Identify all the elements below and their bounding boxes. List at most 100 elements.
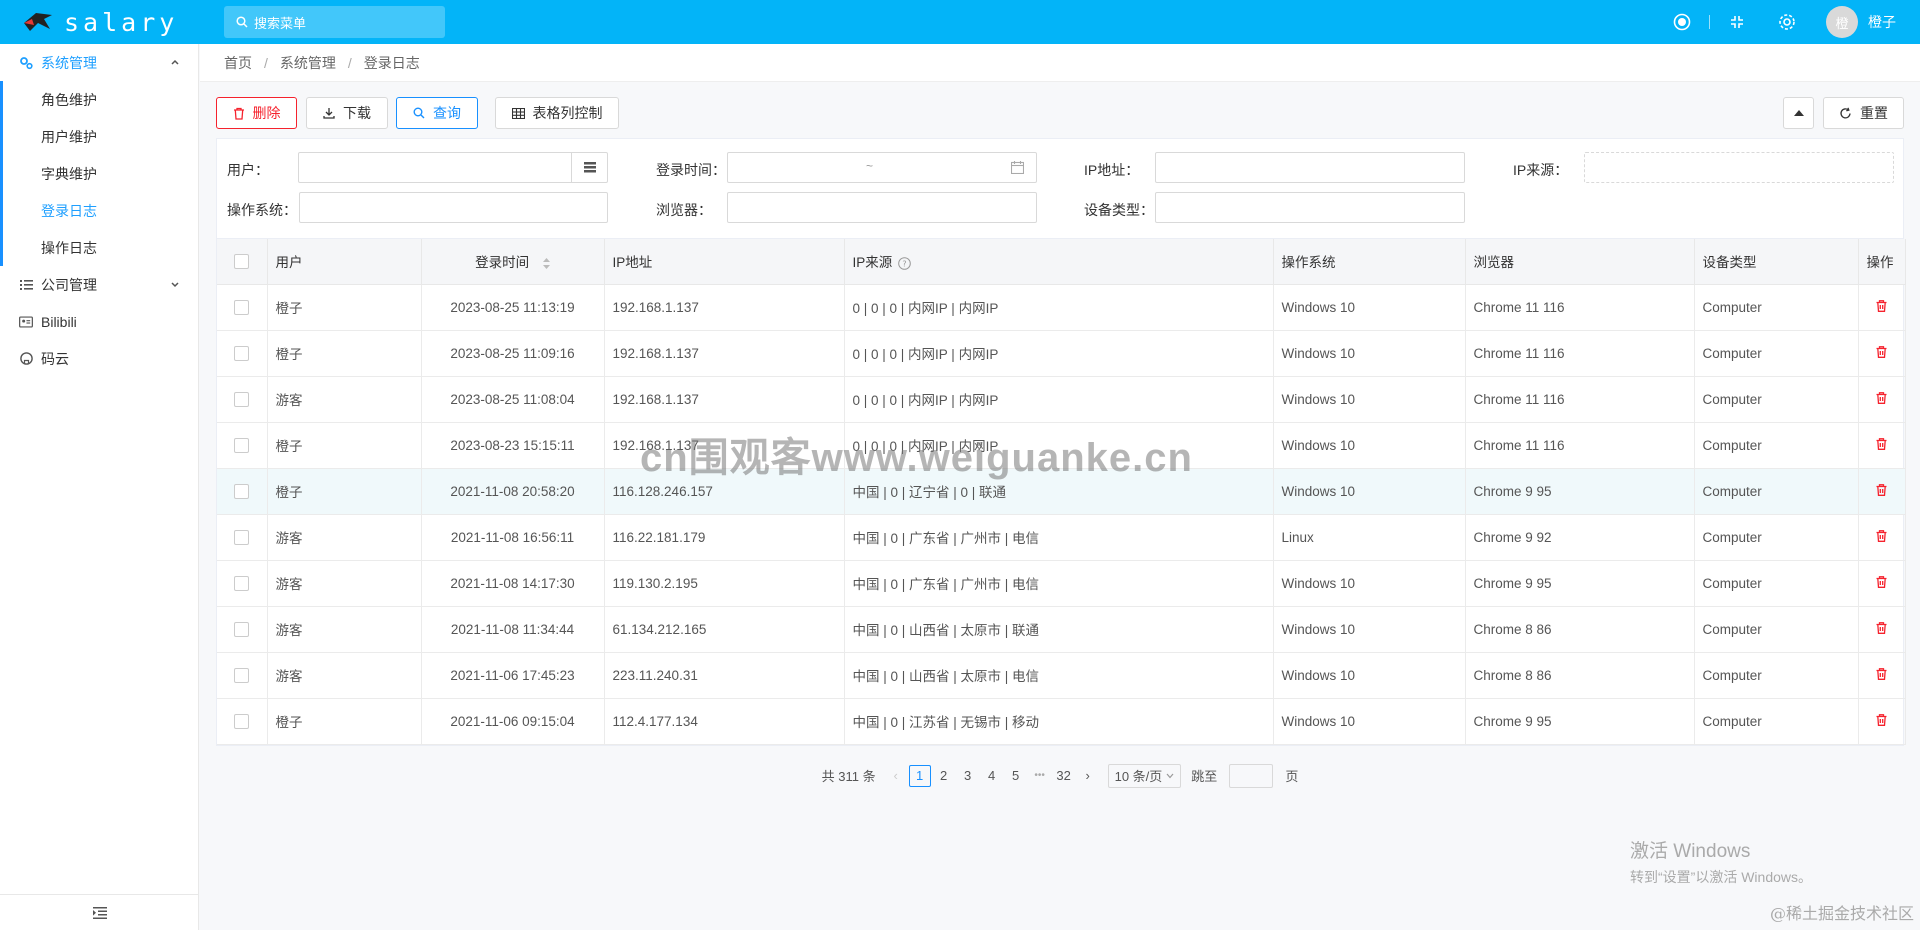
delete-button[interactable]: 删除 xyxy=(216,97,297,129)
filter-user-input[interactable] xyxy=(298,152,608,183)
sidebar-group-system[interactable]: 系统管理 xyxy=(0,44,198,81)
page-2[interactable]: 2 xyxy=(933,765,955,787)
table-row[interactable]: 橙子 2021-11-06 09:15:04 112.4.177.134 中国 | 0… xyxy=(217,698,1906,745)
user-picker-button[interactable] xyxy=(571,153,607,182)
github-icon xyxy=(19,352,33,366)
delete-row-icon[interactable] xyxy=(1876,575,1887,588)
activation-subtitle: 转到“设置”以激活 Windows。 xyxy=(1630,869,1813,885)
cell-ip: 61.134.212.165 xyxy=(604,606,845,653)
sort-icon[interactable] xyxy=(542,258,550,270)
table-row[interactable]: 游客 2021-11-08 14:17:30 119.130.2.195 中国 | 0… xyxy=(217,560,1906,607)
row-select-cell[interactable] xyxy=(217,468,268,515)
row-checkbox[interactable] xyxy=(234,529,250,545)
page-1[interactable]: 1 xyxy=(908,764,931,787)
sidebar-item-role[interactable]: 角色维护 xyxy=(3,81,198,118)
avatar[interactable]: 橙 xyxy=(1826,6,1858,38)
row-select-cell[interactable] xyxy=(217,284,268,331)
filter-browser-input[interactable] xyxy=(727,192,1037,223)
table-row[interactable]: 游客 2023-08-25 11:08:04 192.168.1.137 0 | 0 … xyxy=(217,376,1906,423)
cell-os: Windows 10 xyxy=(1273,376,1466,423)
table-row[interactable]: 游客 2021-11-08 11:34:44 61.134.212.165 中国 | … xyxy=(217,606,1906,653)
query-button[interactable]: 查询 xyxy=(396,97,478,129)
column-header-device: 设备类型 xyxy=(1694,239,1859,285)
row-checkbox[interactable] xyxy=(234,621,250,637)
delete-row-icon[interactable] xyxy=(1876,667,1887,680)
page-size-select[interactable]: 10 条/页 xyxy=(1107,763,1182,788)
cell-os: Windows 10 xyxy=(1273,330,1466,377)
table-row[interactable]: 游客 2021-11-06 17:45:23 223.11.240.31 中国 | 0… xyxy=(217,652,1906,699)
fullscreen-icon[interactable] xyxy=(1726,11,1748,33)
row-select-cell[interactable] xyxy=(217,560,268,607)
row-select-cell[interactable] xyxy=(217,652,268,699)
column-header-login-time[interactable]: 登录时间 xyxy=(421,239,605,285)
sidebar-item-dict[interactable]: 字典维护 xyxy=(3,155,198,192)
row-select-cell[interactable] xyxy=(217,606,268,653)
download-button[interactable]: 下载 xyxy=(306,97,388,129)
row-checkbox[interactable] xyxy=(234,437,250,453)
jump-page-input[interactable] xyxy=(1229,763,1274,788)
select-all-checkbox[interactable] xyxy=(234,253,250,269)
filter-ip-input[interactable] xyxy=(1155,152,1465,183)
sidebar-group-company[interactable]: 公司管理 xyxy=(0,266,198,303)
row-checkbox[interactable] xyxy=(234,483,250,499)
row-checkbox[interactable] xyxy=(234,575,250,591)
filter-device-input[interactable] xyxy=(1155,192,1465,223)
sidebar-item-login-log[interactable]: 登录日志 xyxy=(3,192,198,229)
sidebar-item-user[interactable]: 用户维护 xyxy=(3,118,198,155)
row-checkbox[interactable] xyxy=(234,713,250,729)
row-select-cell[interactable] xyxy=(217,514,268,561)
delete-row-icon[interactable] xyxy=(1876,483,1887,496)
filter-panel: 用户： 登录时间： ~ IP地址： IP来源： 操作系统： 浏览器： 设备类型： xyxy=(216,138,1904,239)
page-last[interactable]: 32 xyxy=(1053,765,1075,787)
table-row[interactable]: 橙子 2023-08-25 11:13:19 192.168.1.137 0 | 0 … xyxy=(217,284,1906,331)
login-log-table: 用户 登录时间 IP地址 IP来源 ? 操作系统 浏览器 设备类型 操作 橙子 … xyxy=(216,239,1906,746)
filter-login-time-range[interactable]: ~ xyxy=(727,152,1037,183)
row-checkbox[interactable] xyxy=(234,667,250,683)
sidebar-item-op-log[interactable]: 操作日志 xyxy=(3,229,198,266)
settings-gear-icon[interactable] xyxy=(1776,11,1798,33)
delete-row-icon[interactable] xyxy=(1876,345,1887,358)
row-select-cell[interactable] xyxy=(217,698,268,745)
select-all-cell[interactable] xyxy=(217,239,268,285)
delete-row-icon[interactable] xyxy=(1876,713,1887,726)
table-row[interactable]: 游客 2021-11-08 16:56:11 116.22.181.179 中国 | … xyxy=(217,514,1906,561)
theme-icon[interactable] xyxy=(1671,11,1693,33)
sidebar-item-bilibili[interactable]: Bilibili xyxy=(0,303,198,340)
delete-row-icon[interactable] xyxy=(1876,621,1887,634)
row-checkbox[interactable] xyxy=(234,345,250,361)
row-checkbox[interactable] xyxy=(234,391,250,407)
table-row[interactable]: 橙子 2023-08-25 11:09:16 192.168.1.137 0 | 0 … xyxy=(217,330,1906,377)
row-select-cell[interactable] xyxy=(217,330,268,377)
reset-button[interactable]: 重置 xyxy=(1823,97,1904,129)
filter-os-input[interactable] xyxy=(299,192,608,223)
cell-user: 游客 xyxy=(267,514,422,561)
column-header-ip-source: IP来源 ? xyxy=(844,239,1274,285)
next-page-button[interactable]: › xyxy=(1077,765,1099,787)
row-select-cell[interactable] xyxy=(217,376,268,423)
filter-ip-source-input[interactable] xyxy=(1584,152,1894,183)
download-icon xyxy=(323,107,335,119)
sidebar-collapse-button[interactable] xyxy=(0,894,199,930)
page-4[interactable]: 4 xyxy=(981,765,1003,787)
delete-row-icon[interactable] xyxy=(1876,529,1887,542)
jump-next-ellipsis[interactable]: ••• xyxy=(1029,765,1051,787)
page-3[interactable]: 3 xyxy=(957,765,979,787)
column-control-button[interactable]: 表格列控制 xyxy=(495,97,619,129)
sidebar-item-gitee[interactable]: 码云 xyxy=(0,340,198,377)
delete-row-icon[interactable] xyxy=(1876,391,1887,404)
question-circle-icon[interactable]: ? xyxy=(898,257,911,270)
row-checkbox[interactable] xyxy=(234,299,250,315)
cell-browser: Chrome 8 86 xyxy=(1465,652,1695,699)
prev-page-button[interactable]: ‹ xyxy=(885,765,907,787)
username[interactable]: 橙子 xyxy=(1868,12,1896,32)
row-select-cell[interactable] xyxy=(217,422,268,469)
collapse-filter-button[interactable] xyxy=(1783,97,1814,129)
cell-ip-source: 0 | 0 | 0 | 内网IP | 内网IP xyxy=(844,376,1274,423)
page-5[interactable]: 5 xyxy=(1005,765,1027,787)
delete-row-icon[interactable] xyxy=(1876,437,1887,450)
logo[interactable]: salary xyxy=(0,0,199,44)
delete-row-icon[interactable] xyxy=(1876,299,1887,312)
breadcrumb-home[interactable]: 首页 xyxy=(224,53,252,73)
breadcrumb-system[interactable]: 系统管理 xyxy=(280,53,336,73)
menu-search-input[interactable]: 搜索菜单 xyxy=(224,6,445,38)
